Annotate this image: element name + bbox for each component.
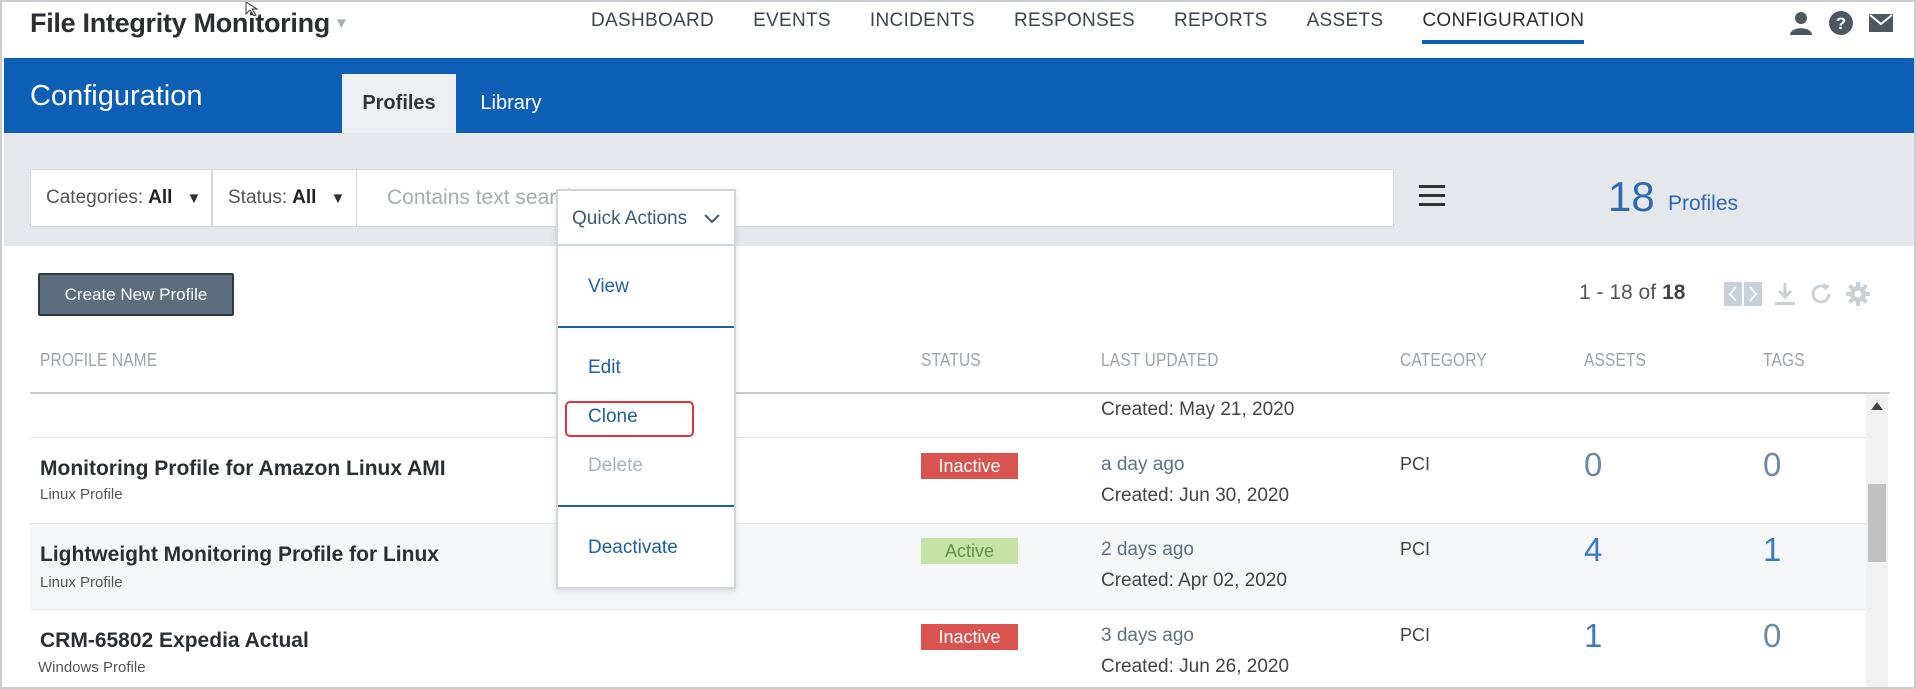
- profile-name[interactable]: Monitoring Profile for Amazon Linux AMI: [40, 457, 446, 481]
- table-row[interactable]: Created: May 21, 2020: [30, 394, 1866, 438]
- tags-count: 0: [1763, 446, 1782, 483]
- column-assets[interactable]: ASSETS: [1584, 350, 1646, 371]
- nav-reports[interactable]: REPORTS: [1174, 2, 1268, 44]
- status-filter[interactable]: Status: All ▼: [212, 169, 357, 227]
- mouse-cursor-icon: [245, 2, 259, 16]
- nav-configuration[interactable]: CONFIGURATION: [1422, 2, 1585, 44]
- category: PCI: [1400, 625, 1431, 645]
- status-badge: Active: [921, 538, 1018, 564]
- top-icons: ?: [1788, 10, 1894, 36]
- tab-profiles[interactable]: Profiles: [342, 74, 456, 133]
- app-window: File Integrity Monitoring ▼ DASHBOARD EV…: [0, 0, 1916, 689]
- scroll-up-arrow-icon[interactable]: [1871, 402, 1883, 410]
- nav-assets[interactable]: ASSETS: [1307, 2, 1384, 44]
- menu-divider: [558, 326, 734, 328]
- profile-count-label: Profiles: [1668, 192, 1739, 215]
- profile-type: Windows Profile: [38, 659, 146, 676]
- status-badge: Inactive: [921, 453, 1018, 479]
- menu-item-clone[interactable]: Clone: [588, 406, 638, 428]
- category: PCI: [1400, 454, 1431, 474]
- create-new-profile-button[interactable]: Create New Profile: [38, 273, 234, 316]
- created-date: Created: Jun 26, 2020: [1101, 656, 1290, 677]
- pager-range: 1 - 18 of: [1579, 281, 1657, 304]
- last-updated: a day ago: [1101, 454, 1185, 475]
- app-switcher-caret-icon[interactable]: ▼: [334, 15, 349, 32]
- table-body: Created: May 21, 2020 Monitoring Profile…: [30, 394, 1866, 687]
- last-updated: 2 days ago: [1101, 539, 1194, 560]
- settings-gear-icon[interactable]: [1844, 280, 1872, 308]
- search-input[interactable]: Contains text search: [357, 169, 1394, 227]
- refresh-icon[interactable]: [1808, 281, 1834, 307]
- download-icon[interactable]: [1772, 281, 1798, 307]
- column-tags[interactable]: TAGS: [1763, 350, 1805, 371]
- menu-icon[interactable]: [1419, 185, 1445, 207]
- table-scrollbar[interactable]: [1866, 394, 1888, 687]
- column-status[interactable]: STATUS: [921, 350, 981, 371]
- nav-responses[interactable]: RESPONSES: [1014, 2, 1135, 44]
- created-date: Created: Apr 02, 2020: [1101, 570, 1287, 591]
- pager-total: 18: [1662, 281, 1686, 304]
- created-date: Created: May 21, 2020: [1101, 399, 1295, 420]
- menu-item-deactivate[interactable]: Deactivate: [588, 537, 678, 559]
- profile-type: Linux Profile: [40, 574, 123, 591]
- top-bar: File Integrity Monitoring ▼ DASHBOARD EV…: [4, 2, 1914, 58]
- nav-events[interactable]: EVENTS: [753, 2, 831, 44]
- nav-incidents[interactable]: INCIDENTS: [870, 2, 975, 44]
- user-icon[interactable]: [1788, 10, 1814, 36]
- table-row[interactable]: Lightweight Monitoring Profile for Linux…: [30, 524, 1866, 610]
- app-title: File Integrity Monitoring: [30, 8, 330, 38]
- status-badge: Inactive: [921, 624, 1018, 650]
- svg-text:?: ?: [1836, 14, 1846, 33]
- profile-type: Linux Profile: [40, 486, 123, 503]
- help-icon[interactable]: ?: [1828, 10, 1854, 36]
- page-header: Configuration Profiles Library: [4, 58, 1914, 133]
- menu-item-delete: Delete: [588, 455, 643, 476]
- table-row[interactable]: CRM-65802 Expedia Actual Windows Profile…: [30, 610, 1866, 687]
- profile-count: 18: [1608, 173, 1655, 220]
- table-tools: [1724, 280, 1872, 308]
- tags-count: 0: [1763, 617, 1782, 654]
- categories-filter[interactable]: Categories: All ▼: [30, 169, 212, 227]
- column-category[interactable]: CATEGORY: [1400, 350, 1487, 371]
- categories-filter-value: All: [148, 187, 173, 208]
- created-date: Created: Jun 30, 2020: [1101, 485, 1290, 506]
- chevron-down-icon: ▼: [186, 189, 202, 207]
- quick-actions-menu: Quick Actions View Edit Clone Delete Dea…: [556, 189, 736, 589]
- tab-library[interactable]: Library: [456, 74, 566, 133]
- quick-actions-label: Quick Actions: [572, 208, 688, 229]
- last-updated: 3 days ago: [1101, 625, 1194, 646]
- assets-count[interactable]: 4: [1584, 531, 1602, 569]
- column-profile-name[interactable]: PROFILE NAME: [40, 350, 157, 371]
- profile-name[interactable]: CRM-65802 Expedia Actual: [40, 629, 309, 653]
- tags-count[interactable]: 1: [1763, 531, 1781, 569]
- page-title: Configuration: [30, 80, 203, 112]
- nav-dashboard[interactable]: DASHBOARD: [591, 2, 714, 44]
- category: PCI: [1400, 539, 1431, 559]
- status-filter-value: All: [292, 187, 317, 208]
- mail-icon[interactable]: [1868, 10, 1894, 36]
- chevron-down-icon: ▼: [330, 189, 346, 207]
- categories-filter-label: Categories:: [46, 187, 144, 208]
- status-filter-label: Status:: [228, 187, 288, 208]
- quick-actions-toggle[interactable]: Quick Actions: [558, 191, 734, 246]
- menu-divider: [558, 505, 734, 507]
- assets-count: 0: [1584, 446, 1603, 483]
- chevron-down-icon: [704, 214, 720, 224]
- prev-next-page-icon[interactable]: [1724, 282, 1762, 306]
- table-header: PROFILE NAME STATUS LAST UPDATED CATEGOR…: [30, 350, 1890, 394]
- scroll-thumb[interactable]: [1868, 484, 1886, 562]
- pager: 1 - 18 of 18: [1579, 281, 1685, 305]
- table-row[interactable]: Monitoring Profile for Amazon Linux AMI …: [30, 438, 1866, 524]
- menu-item-view[interactable]: View: [588, 276, 629, 298]
- assets-count[interactable]: 1: [1584, 617, 1602, 655]
- main-nav: DASHBOARD EVENTS INCIDENTS RESPONSES REP…: [591, 2, 1623, 46]
- column-last-updated[interactable]: LAST UPDATED: [1101, 350, 1219, 371]
- menu-item-edit[interactable]: Edit: [588, 357, 621, 379]
- profile-name[interactable]: Lightweight Monitoring Profile for Linux: [40, 543, 439, 567]
